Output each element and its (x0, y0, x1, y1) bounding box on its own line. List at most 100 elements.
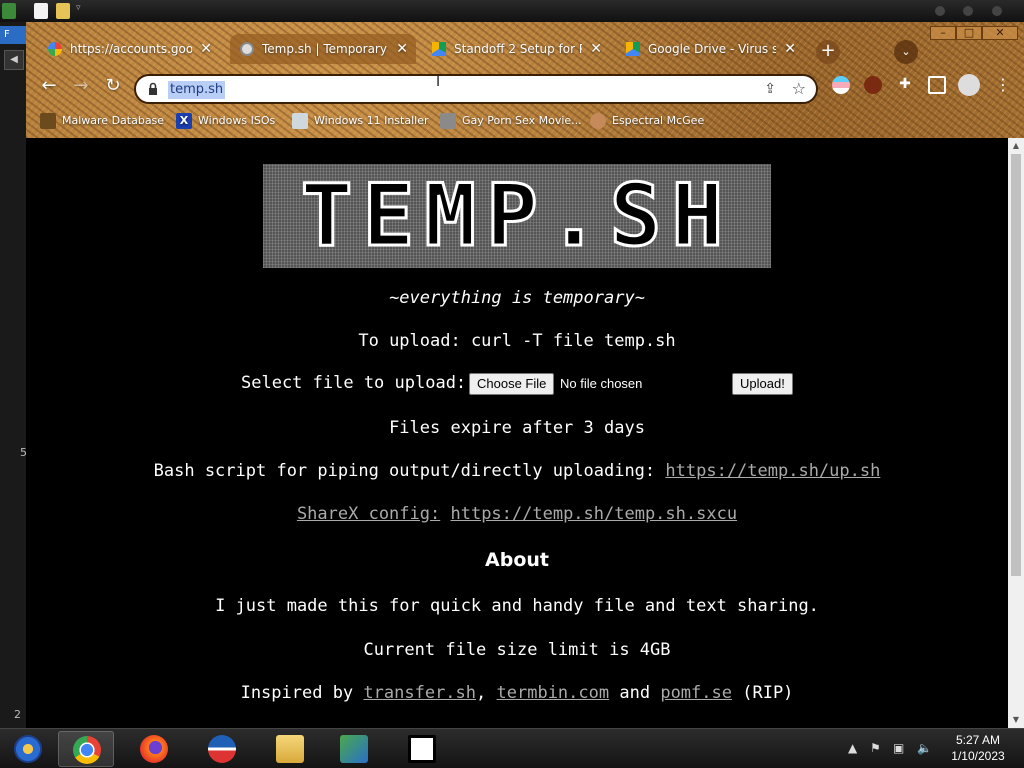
taskbar-app-obama[interactable] (194, 731, 250, 767)
folder-icon (276, 735, 304, 763)
bookmark-gay-porn[interactable]: Gay Porn Sex Movie... (440, 111, 582, 131)
select-file-label: Select file to upload: (241, 373, 467, 393)
taskbar-chrome[interactable] (58, 731, 114, 767)
bookmark-windows-isos[interactable]: X Windows ISOs (176, 111, 275, 131)
background-window-tab[interactable]: F (0, 26, 26, 44)
upload-form: Select file to upload: Choose File No fi… (26, 371, 1008, 397)
minimize-dot-icon[interactable] (935, 6, 945, 16)
network-tray-icon[interactable]: ▣ (893, 741, 904, 755)
close-tab-icon[interactable]: ✕ (200, 34, 212, 64)
scroll-down-arrow-icon[interactable]: ▼ (1008, 712, 1024, 728)
bookmark-star-icon[interactable]: ☆ (792, 79, 806, 98)
7zip-icon (408, 735, 436, 763)
scroll-up-arrow-icon[interactable]: ▲ (1008, 138, 1024, 154)
bookmark-label: Espectral McGee (612, 114, 705, 127)
folder-icon[interactable] (56, 3, 70, 19)
extensions-puzzle-icon[interactable]: ✚ (896, 76, 914, 94)
no-file-chosen-text: No file chosen (560, 376, 643, 391)
logo-text: TEMP.SH (299, 165, 734, 268)
window-close-button[interactable]: ✕ (982, 26, 1018, 40)
notepad-icon[interactable] (34, 3, 48, 19)
choose-file-button[interactable]: Choose File (469, 373, 555, 395)
taskbar-firefox[interactable] (126, 731, 182, 767)
bash-script-label: Bash script for piping output/directly u… (153, 461, 656, 481)
bookmark-malware-database[interactable]: Malware Database (40, 111, 164, 131)
x-logo-icon: X (176, 113, 192, 129)
google-drive-icon (626, 42, 640, 56)
browser-chrome: https://accounts.google. ✕ Temp.sh | Tem… (26, 22, 1024, 138)
taskbar-file-explorer[interactable] (262, 731, 318, 767)
tab-google-accounts[interactable]: https://accounts.google. ✕ (38, 34, 220, 64)
bookmark-espectral-mcgee[interactable]: Espectral McGee (590, 111, 704, 131)
clock-time: 5:27 AM (955, 733, 1001, 747)
extension-flag-icon[interactable] (832, 76, 850, 94)
window-minimize-button[interactable]: – (930, 26, 956, 40)
volume-icon[interactable]: 🔈 (917, 741, 932, 755)
bookmark-windows-11-installer[interactable]: Windows 11 Installer (292, 111, 429, 131)
tagline: ~everything is temporary~ (389, 288, 645, 308)
close-tab-icon[interactable]: ✕ (590, 34, 602, 64)
termbin-link[interactable]: termbin.com (497, 683, 610, 703)
menu-kebab-icon[interactable]: ⋮ (994, 76, 1012, 94)
dropdown-arrow-icon[interactable]: ▿ (76, 3, 84, 19)
back-icon[interactable]: ← (38, 75, 60, 97)
tab-temp-sh[interactable]: Temp.sh | Temporary Fi ✕ (230, 34, 416, 64)
browser-toolbar: ← → ↻ temp.sh ⇪ ☆ ✚ ⋮ (26, 66, 1024, 106)
scrollbar-thumb[interactable] (1011, 154, 1021, 576)
sharex-config-label[interactable]: ShareX config: (297, 504, 440, 524)
sharex-line: ShareX config: https://temp.sh/temp.sh.s… (26, 504, 1008, 524)
transfer-sh-link[interactable]: transfer.sh (363, 683, 476, 703)
extension-avatar-icon[interactable] (864, 76, 882, 94)
about-heading: About (485, 549, 549, 571)
bookmark-icon (40, 113, 56, 129)
desktop-top-bar: ▿ (0, 0, 1024, 22)
pomf-link[interactable]: pomf.se (660, 683, 732, 703)
bash-script-link[interactable]: https://temp.sh/up.sh (665, 461, 880, 481)
upload-button[interactable]: Upload! (732, 373, 793, 395)
bash-script-line: Bash script for piping output/directly u… (26, 461, 1008, 481)
close-tab-icon[interactable]: ✕ (396, 34, 408, 64)
address-bar[interactable]: temp.sh ⇪ ☆ (134, 74, 818, 104)
share-icon[interactable]: ⇪ (764, 81, 776, 97)
tab-standoff[interactable]: Standoff 2 Setup for PC ✕ (422, 34, 610, 64)
inspired-separator: , (476, 683, 487, 703)
desktop-left-strip: F ◀ 5 2 (0, 22, 27, 728)
taskbar-7zip[interactable] (394, 731, 450, 767)
site-icon (440, 113, 456, 129)
new-tab-button[interactable]: + (816, 40, 840, 64)
bookmark-label: Gay Porn Sex Movie... (462, 114, 582, 127)
tab-google-drive[interactable]: Google Drive - Virus sca ✕ (616, 34, 804, 64)
obama-logo-icon (208, 735, 236, 763)
back-arrow-icon[interactable]: ◀ (4, 50, 24, 70)
tab-search-button[interactable]: ⌄ (894, 40, 918, 64)
sharex-config-link[interactable]: https://temp.sh/temp.sh.sxcu (450, 504, 737, 524)
tray-overflow-icon[interactable]: ▲ (848, 741, 857, 755)
google-g-icon (48, 42, 62, 56)
page-content: TEMP.SH ~everything is temporary~ To upl… (26, 138, 1008, 728)
window-maximize-button[interactable]: □ (956, 26, 982, 40)
firefox-icon (140, 735, 168, 763)
about-text: I just made this for quick and handy fil… (215, 596, 819, 616)
system-clock[interactable]: 5:27 AM 1/10/2023 (940, 732, 1016, 764)
profile-icon[interactable] (958, 74, 980, 96)
size-limit-text: Current file size limit is 4GB (363, 640, 671, 660)
url-text[interactable]: temp.sh (168, 81, 226, 99)
temp-sh-logo: TEMP.SH (263, 164, 771, 268)
app-icon-green[interactable] (2, 3, 16, 19)
taskbar-network-app[interactable] (326, 731, 382, 767)
lock-icon[interactable] (148, 82, 158, 96)
close-tab-icon[interactable]: ✕ (784, 34, 796, 64)
windows-start-icon (14, 735, 42, 763)
tab-strip: https://accounts.google. ✕ Temp.sh | Tem… (26, 30, 1024, 64)
maximize-dot-icon[interactable] (963, 6, 973, 16)
action-center-flag-icon[interactable]: ⚑ (870, 741, 881, 755)
start-button[interactable] (0, 731, 56, 767)
expire-text: Files expire after 3 days (389, 418, 645, 438)
clock-date: 1/10/2023 (951, 749, 1005, 763)
close-dot-icon[interactable] (992, 6, 1002, 16)
forward-icon[interactable]: → (70, 75, 92, 97)
reload-icon[interactable]: ↻ (102, 75, 124, 97)
text-cursor-icon: I (436, 74, 441, 90)
page-scrollbar[interactable]: ▲ ▼ (1008, 138, 1024, 728)
side-panel-icon[interactable] (928, 76, 946, 94)
